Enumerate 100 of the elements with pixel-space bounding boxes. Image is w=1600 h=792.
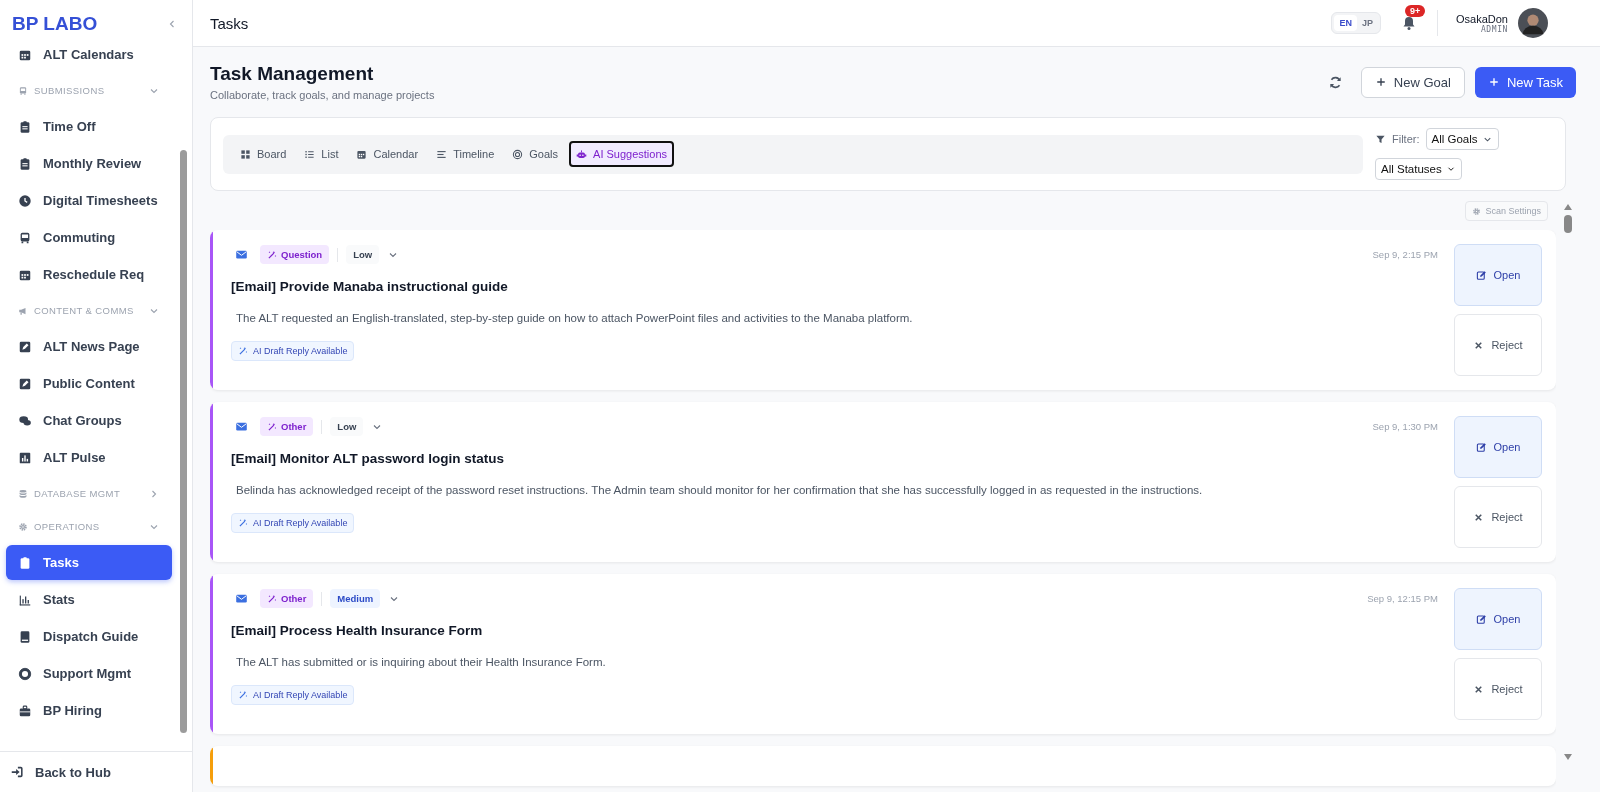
suggestion-description: The ALT requested an English-translated, step-by-step guide on how to attach PowerPoint files and activities to the Manaba platform. [235, 312, 914, 324]
reject-button[interactable]: Reject [1454, 486, 1542, 548]
back-to-hub-link[interactable]: Back to Hub [10, 764, 111, 780]
reject-button[interactable]: Reject [1454, 658, 1542, 720]
settings-icon [1472, 206, 1482, 216]
open-button[interactable]: Open [1454, 588, 1542, 650]
view-tab[interactable]: List [297, 141, 346, 167]
magic-wand-icon [267, 593, 277, 604]
gear-icon [18, 521, 28, 532]
magic-wand-icon [238, 518, 248, 528]
close-icon [1473, 683, 1485, 695]
calendar-icon [356, 148, 368, 160]
suggestion-title: [Email] Process Health Insurance Form [231, 623, 484, 638]
new-goal-button[interactable]: New Goal [1360, 66, 1465, 98]
filter-label: Filter: [1392, 133, 1420, 145]
ai-draft-tag: AI Draft Reply Available [231, 685, 355, 705]
bus-icon [18, 230, 32, 245]
envelope-icon [235, 592, 248, 605]
page-subtitle: Collaborate, track goals, and manage projects [210, 89, 435, 101]
view-tab[interactable]: Timeline [429, 141, 502, 167]
view-tab[interactable]: Calendar [349, 141, 426, 167]
timestamp: Sep 9, 2:15 PM [1372, 249, 1438, 260]
edit-icon [18, 376, 32, 391]
open-button[interactable]: Open [1454, 244, 1542, 306]
grid-icon [240, 148, 251, 160]
filter-select[interactable]: All Statuses [1375, 158, 1462, 180]
target-icon [512, 148, 524, 160]
timestamp: Sep 9, 1:30 PM [1372, 421, 1438, 432]
language-option[interactable]: EN [1334, 15, 1357, 31]
lifebuoy-icon [18, 666, 32, 681]
priority-tag[interactable]: Low [346, 245, 380, 264]
lines-icon [436, 148, 448, 160]
sidebar-item[interactable]: Support Mgmt [6, 656, 172, 691]
suggestion-description: Belinda has acknowledged receipt of the password reset instructions. The Admin team should monitor for her confirmation that she has successfully logged in as requested in the instructions. [235, 484, 1204, 496]
envelope-icon [235, 420, 248, 433]
sign-in-icon [10, 765, 24, 779]
reject-button[interactable]: Reject [1454, 314, 1542, 376]
clipboard-icon [18, 555, 32, 570]
sidebar-item[interactable]: Chat Groups [6, 403, 172, 438]
suggestion-description: The ALT has submitted or is inquiring about their Health Insurance Form. [235, 656, 607, 668]
sidebar-item[interactable]: ALT Pulse [6, 440, 172, 475]
new-task-button[interactable]: New Task [1474, 66, 1576, 98]
filter-select[interactable]: All Goals [1425, 128, 1499, 150]
language-option[interactable]: JP [1357, 15, 1378, 31]
sidebar-item[interactable]: Reschedule Req [6, 257, 172, 292]
suggestion-title: [Email] Monitor ALT password login status [231, 451, 505, 466]
app-logo: BP LABO [12, 13, 98, 35]
user-name: OsakaDon [1456, 12, 1508, 25]
sidebar-item[interactable]: BP Hiring [6, 693, 172, 728]
edit-icon [1475, 269, 1487, 281]
notification-bell-icon[interactable] [1401, 15, 1417, 31]
magic-wand-icon [267, 249, 277, 260]
category-tag: Other [260, 589, 314, 608]
filter-icon [1375, 133, 1386, 145]
user-avatar[interactable] [1518, 8, 1548, 38]
plus-icon [1374, 76, 1387, 88]
header-title: Tasks [210, 14, 249, 32]
book-icon [18, 629, 32, 644]
timestamp: Sep 9, 12:15 PM [1367, 593, 1438, 604]
magic-wand-icon [267, 421, 277, 432]
chart-icon [18, 450, 32, 465]
page-title: Task Management [210, 63, 375, 85]
edit-icon [1475, 441, 1487, 453]
priority-tag[interactable]: Low [330, 417, 364, 436]
open-button[interactable]: Open [1454, 416, 1542, 478]
user-role: ADMIN [1479, 24, 1508, 34]
sidebar-item[interactable]: Stats [6, 582, 172, 617]
view-tab[interactable]: AI Suggestions [569, 141, 675, 167]
magic-wand-icon [238, 346, 248, 356]
list-icon [304, 148, 316, 160]
chat-icon [18, 413, 32, 428]
edit-icon [18, 339, 32, 354]
clipboard-icon [18, 156, 32, 171]
sidebar-item[interactable]: Monthly Review [6, 146, 172, 181]
edit-icon [1475, 613, 1487, 625]
category-tag: Question [260, 245, 330, 264]
refresh-button[interactable] [1327, 74, 1343, 90]
envelope-icon [235, 248, 248, 261]
category-tag: Other [260, 417, 314, 436]
refresh-icon [1327, 74, 1343, 90]
close-icon [1473, 511, 1485, 523]
sidebar-item[interactable]: Dispatch Guide [6, 619, 172, 654]
calendar-icon [18, 48, 32, 62]
ai-draft-tag: AI Draft Reply Available [231, 341, 355, 361]
sidebar-item[interactable]: Tasks [6, 545, 172, 580]
view-tab[interactable]: Goals [505, 141, 566, 167]
suggestion-title: [Email] Provide Manaba instructional guide [231, 279, 509, 294]
notification-badge: 9+ [1405, 5, 1426, 17]
sidebar-item[interactable]: ALT Calendars [6, 48, 172, 72]
sidebar-item[interactable]: Digital Timesheets [6, 183, 172, 218]
magic-wand-icon [238, 690, 248, 700]
priority-tag[interactable]: Medium [330, 589, 381, 608]
briefcase-icon [18, 703, 32, 718]
view-tab[interactable]: Board [233, 141, 294, 167]
sidebar-item[interactable]: Time Off [6, 109, 172, 144]
close-icon [1473, 339, 1485, 351]
sidebar-item[interactable]: ALT News Page [6, 329, 172, 364]
sidebar-item[interactable]: Public Content [6, 366, 172, 401]
robot-icon [576, 148, 588, 160]
sidebar-item[interactable]: Commuting [6, 220, 172, 255]
